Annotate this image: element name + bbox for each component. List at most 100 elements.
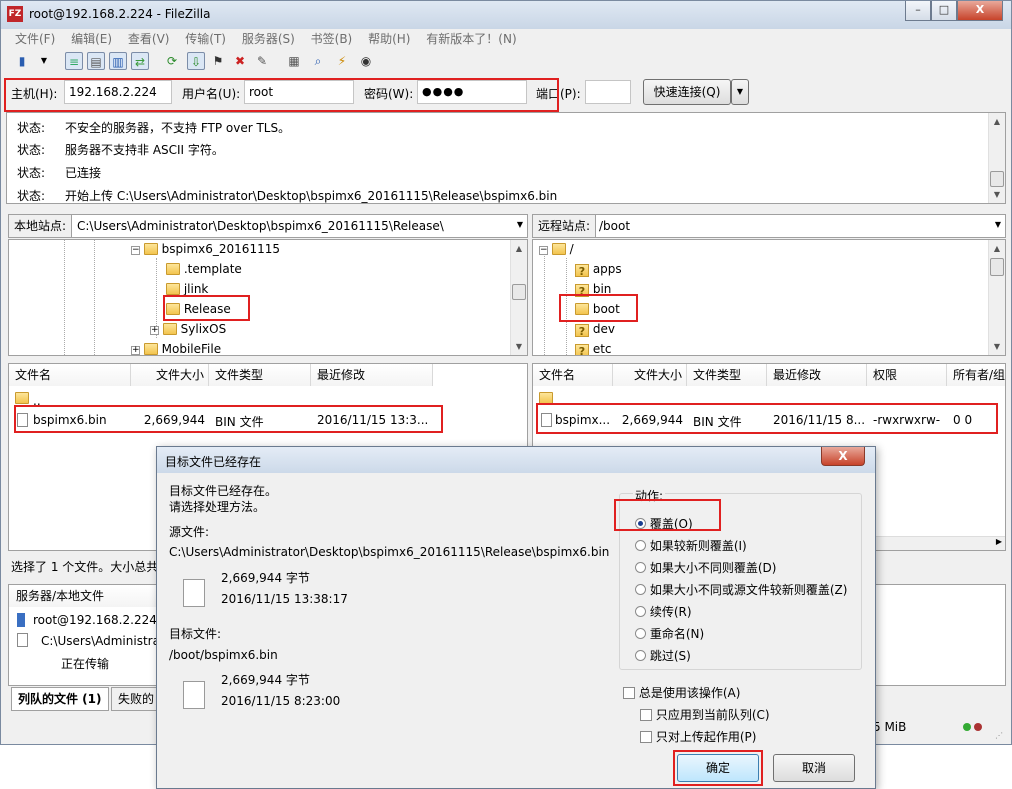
column-header-owner[interactable]: 所有者/组: [947, 364, 1005, 386]
stop-icon[interactable]: ✖: [231, 52, 249, 70]
password-input[interactable]: ●●●●: [417, 80, 527, 104]
title-bar[interactable]: FZ root@192.168.2.224 - FileZilla – □ X: [1, 1, 1011, 29]
remote-path-input[interactable]: /boot: [599, 219, 630, 233]
tree-item[interactable]: − bspimx6_20161115: [131, 242, 280, 256]
column-header-modified[interactable]: 最近修改: [311, 364, 433, 386]
cancel-icon[interactable]: ⚑: [209, 52, 227, 70]
menu-edit[interactable]: 编辑(E): [65, 30, 118, 48]
refresh-icon[interactable]: ⟳: [163, 52, 181, 70]
user-input[interactable]: root: [244, 80, 354, 104]
tree-item[interactable]: .template: [166, 262, 242, 276]
resize-grip-icon[interactable]: ⋰: [995, 731, 1003, 740]
column-header-type[interactable]: 文件类型: [687, 364, 767, 386]
tab-queued-files[interactable]: 列队的文件 (1): [11, 687, 109, 711]
radio-overwrite-if-size-differs[interactable]: [635, 562, 646, 573]
ok-button[interactable]: 确定: [677, 754, 759, 782]
column-header-modified[interactable]: 最近修改: [767, 364, 867, 386]
option-skip[interactable]: 跳过(S): [635, 647, 691, 664]
tree-item[interactable]: ? dev: [575, 322, 615, 338]
tree-item-boot[interactable]: boot: [575, 302, 620, 316]
always-use-action-checkbox[interactable]: 总是使用该操作(A): [623, 684, 740, 701]
port-input[interactable]: [585, 80, 631, 104]
column-header-size[interactable]: 文件大小: [131, 364, 209, 386]
dialog-title-bar[interactable]: 目标文件已经存在 X: [157, 447, 875, 473]
expand-icon[interactable]: +: [150, 326, 159, 335]
option-overwrite-if-size-differs[interactable]: 如果大小不同则覆盖(D): [635, 559, 776, 576]
host-input[interactable]: 192.168.2.224: [64, 80, 172, 104]
radio-skip[interactable]: [635, 650, 646, 661]
column-header-type[interactable]: 文件类型: [209, 364, 311, 386]
expand-icon[interactable]: +: [131, 346, 140, 355]
column-header-size[interactable]: 文件大小: [613, 364, 687, 386]
column-header-name[interactable]: 文件名: [9, 364, 131, 386]
table-row[interactable]: ..: [9, 388, 527, 408]
tree-item-release[interactable]: Release: [166, 302, 231, 316]
option-rename[interactable]: 重命名(N): [635, 625, 704, 642]
menu-view[interactable]: 查看(V): [122, 30, 176, 48]
radio-rename[interactable]: [635, 628, 646, 639]
tree-item[interactable]: ? apps: [575, 262, 622, 278]
cancel-button[interactable]: 取消: [773, 754, 855, 782]
checkbox[interactable]: [623, 687, 635, 699]
upload-only-checkbox[interactable]: 只对上传起作用(P): [640, 728, 756, 745]
option-resume[interactable]: 续传(R): [635, 603, 692, 620]
tree-item[interactable]: jlink: [166, 282, 208, 296]
minimize-button[interactable]: –: [905, 1, 931, 21]
tab-failed[interactable]: 失败的: [111, 687, 162, 711]
tree-item[interactable]: + SylixOS: [150, 322, 226, 336]
radio-overwrite[interactable]: [635, 518, 646, 529]
compare-icon[interactable]: ⌕: [309, 52, 327, 70]
column-header-server[interactable]: 服务器/本地文件: [9, 585, 159, 607]
process-queue-icon[interactable]: ⇩: [187, 52, 205, 70]
remote-tree-scrollbar[interactable]: ▲ ▼: [988, 240, 1005, 355]
toggle-log-icon[interactable]: ≡: [65, 52, 83, 70]
menu-new-version[interactable]: 有新版本了！(N): [420, 30, 522, 48]
toggle-queue-icon[interactable]: ⇄: [131, 52, 149, 70]
toggle-local-tree-icon[interactable]: ▤: [87, 52, 105, 70]
toggle-remote-tree-icon[interactable]: ▥: [109, 52, 127, 70]
tree-item[interactable]: ? etc: [575, 342, 612, 355]
option-overwrite-if-size-or-newer[interactable]: 如果大小不同或源文件较新则覆盖(Z): [635, 581, 847, 598]
checkbox[interactable]: [640, 709, 652, 721]
dropdown-arrow-icon[interactable]: ▼: [35, 52, 53, 70]
column-header-name[interactable]: 文件名: [533, 364, 613, 386]
collapse-icon[interactable]: −: [131, 246, 140, 255]
local-path-input[interactable]: C:\Users\Administrator\Desktop\bspimx6_2…: [77, 219, 444, 233]
radio-overwrite-if-size-or-newer[interactable]: [635, 584, 646, 595]
menu-server[interactable]: 服务器(S): [236, 30, 301, 48]
dialog-close-button[interactable]: X: [821, 447, 865, 466]
close-button[interactable]: X: [957, 1, 1003, 21]
tree-item[interactable]: ? bin: [575, 282, 611, 298]
table-row[interactable]: bspimx... 2,669,944 BIN 文件 2016/11/15 8.…: [533, 409, 1005, 431]
menu-help[interactable]: 帮助(H): [362, 30, 416, 48]
table-row[interactable]: ..: [533, 388, 1005, 408]
sync-browse-icon[interactable]: ⚡: [333, 52, 351, 70]
option-overwrite[interactable]: 覆盖(O): [635, 515, 693, 532]
queue-only-checkbox[interactable]: 只应用到当前队列(C): [640, 706, 770, 723]
maximize-button[interactable]: □: [931, 1, 957, 21]
quickconnect-dropdown[interactable]: ▼: [731, 79, 749, 105]
search-icon[interactable]: ◉: [357, 52, 375, 70]
radio-overwrite-if-newer[interactable]: [635, 540, 646, 551]
checkbox[interactable]: [640, 731, 652, 743]
disconnect-icon[interactable]: ✎: [253, 52, 271, 70]
tree-item[interactable]: + MobileFile: [131, 342, 221, 355]
table-row[interactable]: bspimx6.bin 2,669,944 BIN 文件 2016/11/15 …: [9, 409, 527, 431]
menu-transfer[interactable]: 传输(T): [179, 30, 232, 48]
menu-bar: 文件(F) 编辑(E) 查看(V) 传输(T) 服务器(S) 书签(B) 帮助(…: [9, 30, 1007, 48]
quickconnect-button[interactable]: 快速连接(Q): [643, 79, 731, 105]
menu-file[interactable]: 文件(F): [9, 30, 61, 48]
option-overwrite-if-newer[interactable]: 如果较新则覆盖(I): [635, 537, 747, 554]
remote-tree: − / ? apps ? bin boot ? dev ? etc ▲ ▼: [532, 239, 1006, 356]
site-manager-icon[interactable]: ▮: [13, 52, 31, 70]
column-header-permissions[interactable]: 权限: [867, 364, 947, 386]
filter-icon[interactable]: ▦: [285, 52, 303, 70]
radio-resume[interactable]: [635, 606, 646, 617]
local-tree-scrollbar[interactable]: ▲ ▼: [510, 240, 527, 355]
menu-bookmarks[interactable]: 书签(B): [305, 30, 359, 48]
collapse-icon[interactable]: −: [539, 246, 548, 255]
log-scrollbar[interactable]: ▲ ▼: [988, 113, 1005, 203]
chevron-down-icon[interactable]: ▼: [517, 220, 523, 229]
tree-item[interactable]: − /: [539, 242, 574, 256]
chevron-down-icon[interactable]: ▼: [995, 220, 1001, 229]
